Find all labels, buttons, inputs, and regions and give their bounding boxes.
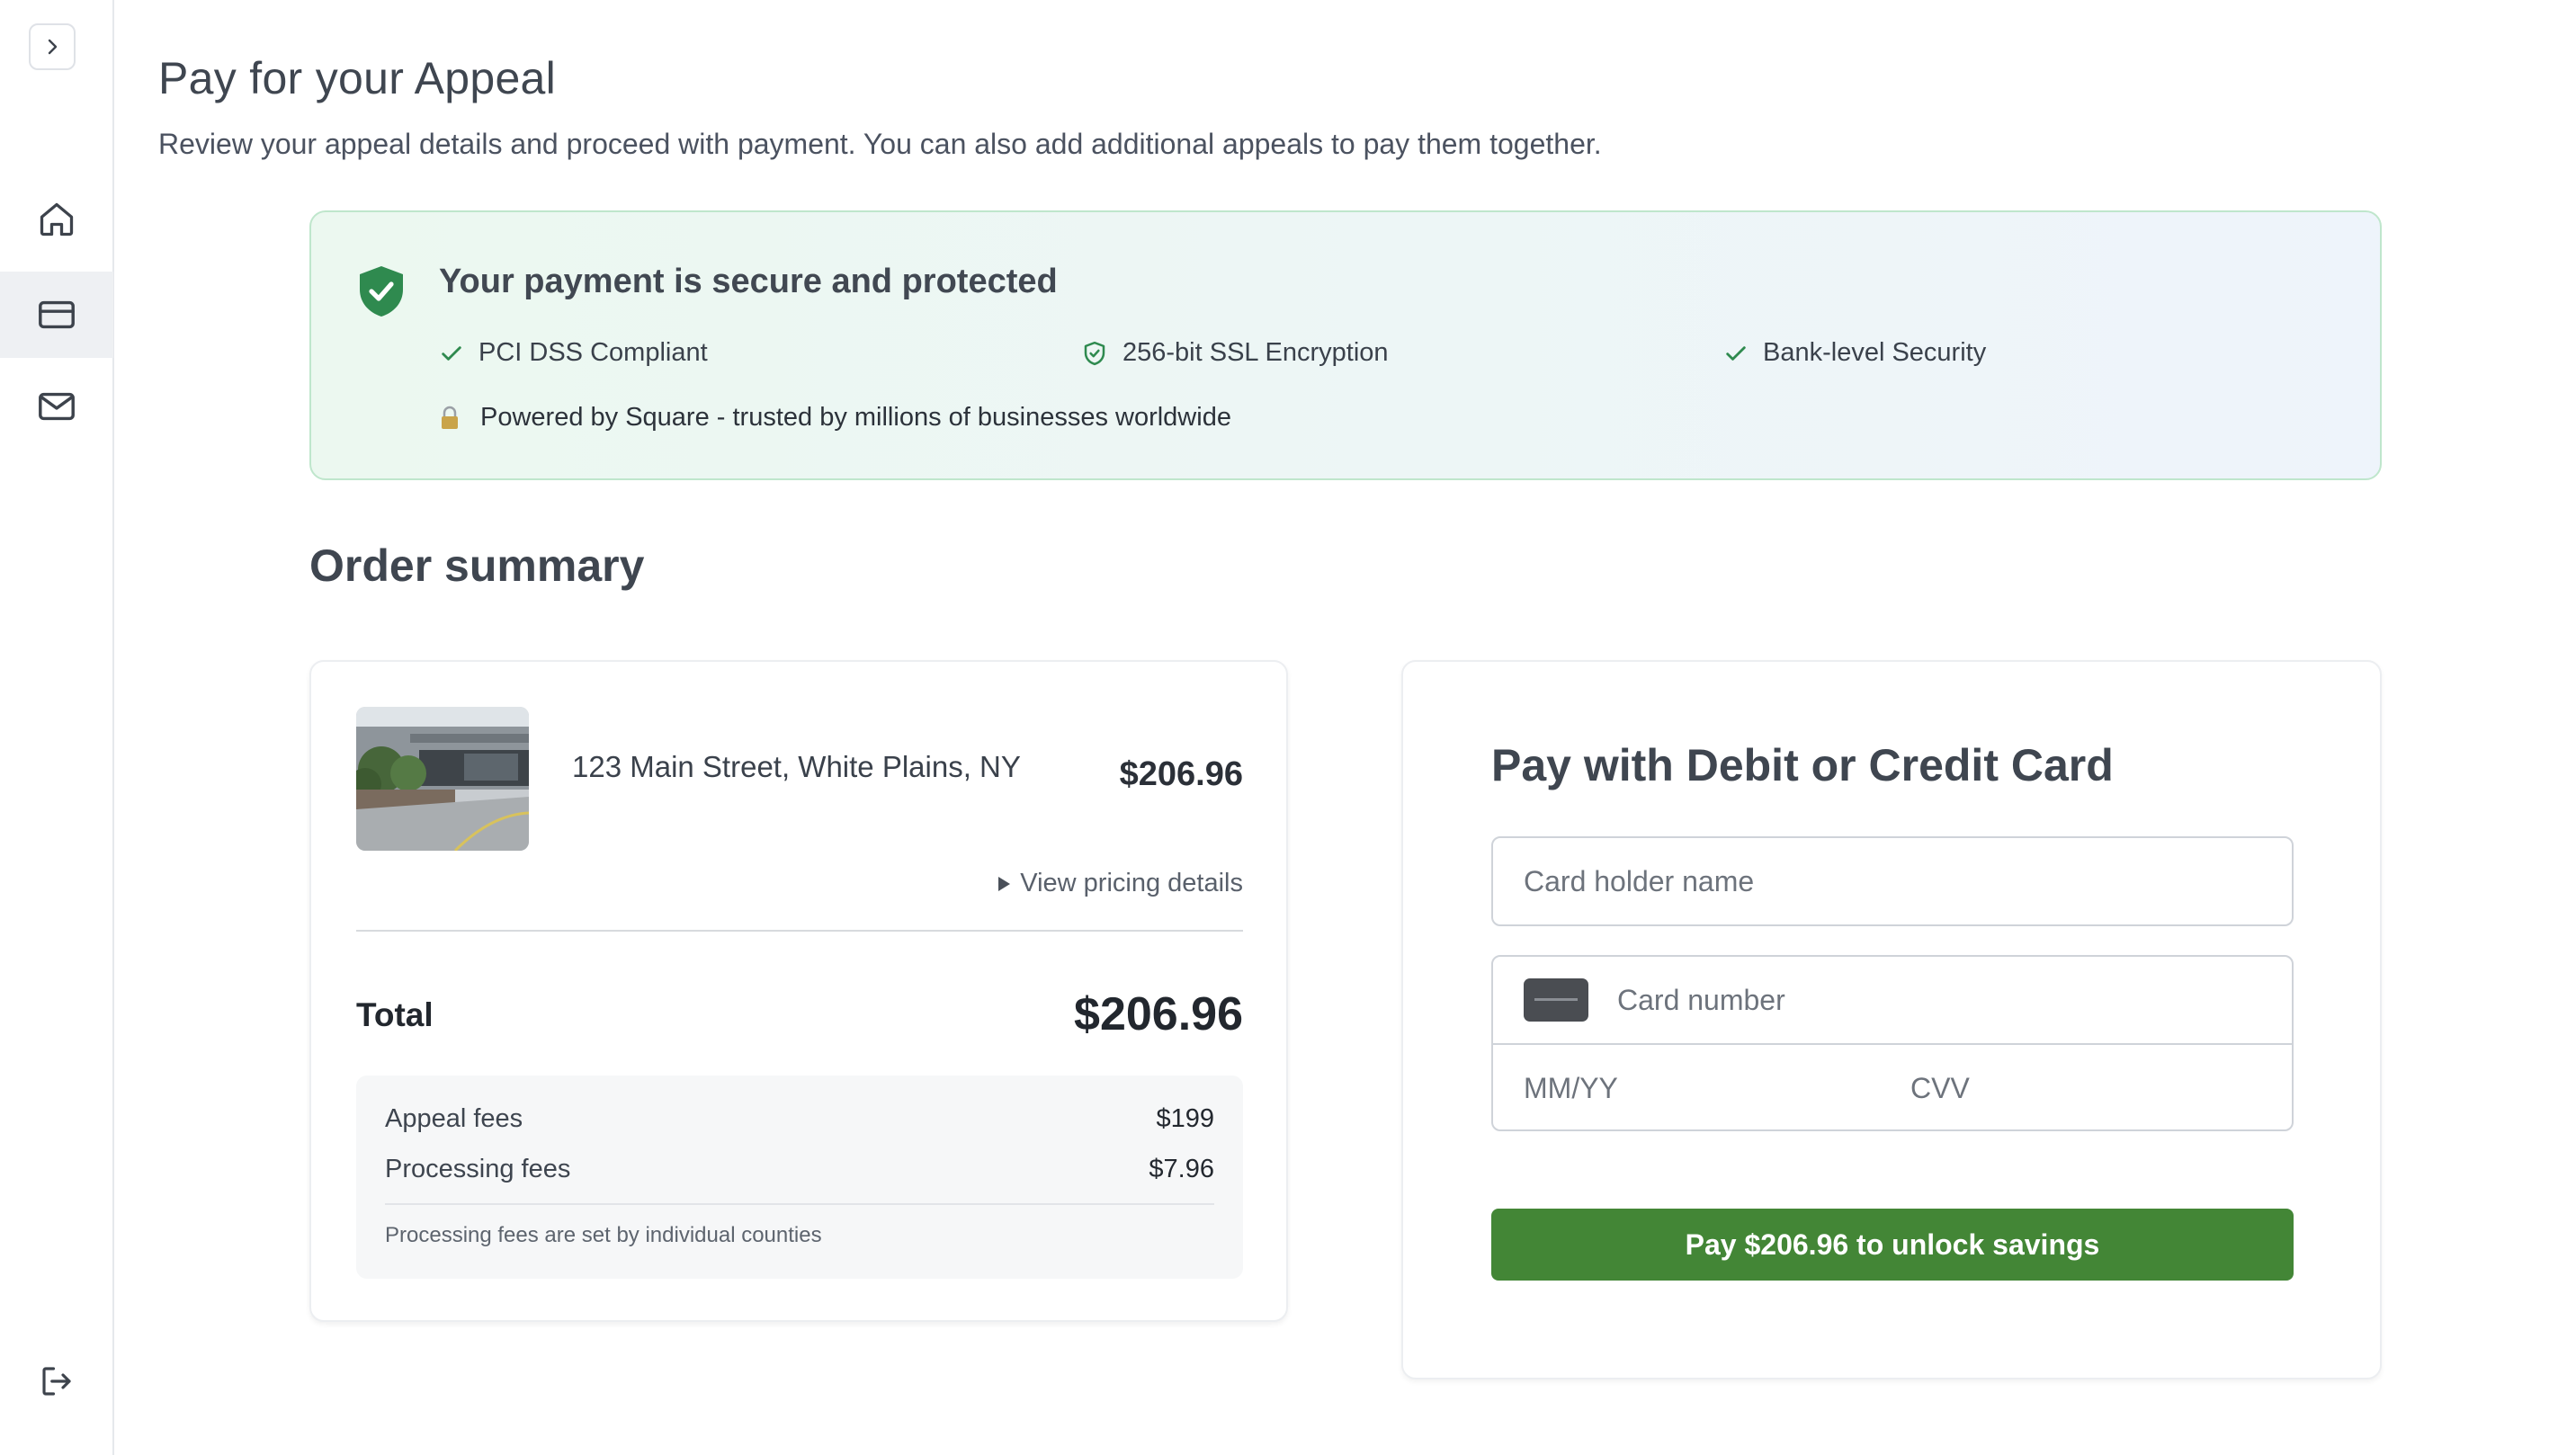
sidebar-item-billing[interactable] [0, 272, 113, 358]
card-number-field[interactable]: Card number [1493, 957, 2292, 1045]
chevron-right-icon [48, 39, 58, 55]
cvv-field[interactable]: CVV [1910, 1072, 1970, 1105]
payment-card: Pay with Debit or Credit Card Card holde… [1401, 660, 2382, 1379]
security-feature-pci: PCI DSS Compliant [439, 338, 708, 368]
fee-row: Processing fees $7.96 [385, 1155, 1214, 1184]
security-feature-bank: Bank-level Security [1723, 338, 1986, 368]
sidebar-item-home[interactable] [0, 176, 113, 263]
page-title: Pay for your Appeal [158, 53, 557, 103]
check-icon [1726, 345, 1746, 361]
total-value: $206.96 [1074, 988, 1243, 1040]
credit-card-icon [39, 300, 75, 329]
security-feature-ssl: 256-bit SSL Encryption [1081, 338, 1389, 368]
item-price: $206.96 [1119, 755, 1243, 793]
sidebar-item-messages[interactable] [0, 363, 113, 450]
payment-title: Pay with Debit or Credit Card [1491, 740, 2114, 790]
home-icon [40, 202, 74, 237]
pay-button[interactable]: Pay $206.96 to unlock savings [1491, 1209, 2294, 1281]
fees-note: Processing fees are set by individual co… [385, 1223, 822, 1247]
view-pricing-details-link[interactable]: View pricing details [997, 869, 1243, 898]
logout-button[interactable] [0, 1338, 113, 1424]
divider [385, 1203, 1214, 1205]
feature-label: Bank-level Security [1763, 338, 1987, 367]
expiry-field[interactable]: MM/YY [1524, 1072, 1618, 1105]
shield-check-outline-icon [1084, 341, 1105, 365]
fee-label: Processing fees [385, 1155, 571, 1183]
card-details-group: Card number MM/YY CVV [1491, 955, 2294, 1131]
check-icon [442, 345, 461, 361]
order-summary-card: 123 Main Street, White Plains, NY $206.9… [309, 660, 1288, 1322]
sidebar-collapse-button[interactable] [29, 23, 76, 70]
order-summary-heading: Order summary [309, 540, 645, 591]
divider [356, 930, 1243, 932]
mail-icon [39, 392, 75, 421]
security-title: Your payment is secure and protected [439, 263, 1058, 300]
logout-icon [42, 1367, 71, 1396]
security-banner: Your payment is secure and protected PCI… [309, 210, 2382, 480]
property-address: 123 Main Street, White Plains, NY [572, 750, 1021, 783]
generic-card-icon [1524, 978, 1588, 1022]
cardholder-name-placeholder: Card holder name [1524, 864, 1755, 897]
powered-by: Powered by Square - trusted by millions … [439, 403, 1231, 433]
card-number-placeholder: Card number [1617, 983, 1785, 1016]
lock-icon [442, 406, 458, 429]
feature-label: PCI DSS Compliant [479, 338, 708, 367]
fee-label: Appeal fees [385, 1104, 523, 1133]
feature-label: 256-bit SSL Encryption [1123, 338, 1389, 367]
total-label: Total [356, 996, 434, 1033]
powered-by-text: Powered by Square - trusted by millions … [480, 403, 1231, 432]
pricing-link-label: View pricing details [1020, 869, 1243, 897]
shield-check-icon [360, 266, 403, 317]
fee-row: Appeal fees $199 [385, 1104, 1214, 1134]
card-expiry-cvv-row: MM/YY CVV [1493, 1045, 2292, 1131]
cardholder-name-field[interactable]: Card holder name [1491, 836, 2294, 926]
triangle-right-icon [998, 876, 1011, 891]
sidebar [0, 0, 114, 1455]
fee-value: $7.96 [1149, 1155, 1214, 1183]
fee-value: $199 [1156, 1104, 1214, 1133]
page-subtitle: Review your appeal details and proceed w… [158, 128, 1602, 160]
property-photo [356, 707, 529, 851]
fees-breakdown: Appeal fees $199 Processing fees $7.96 P… [356, 1076, 1243, 1279]
